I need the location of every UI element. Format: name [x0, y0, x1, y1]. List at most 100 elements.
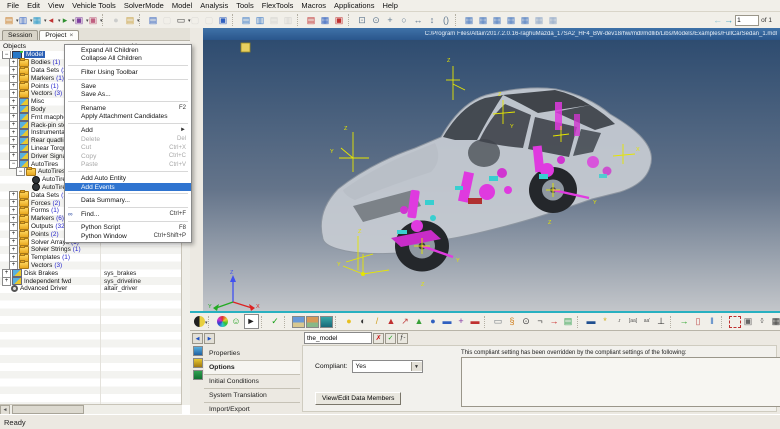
menu-flextools[interactable]: FlexTools: [258, 1, 298, 10]
rotate-view-icon[interactable]: ○: [398, 14, 411, 27]
dropdown-arrow-icon[interactable]: ▼: [411, 362, 422, 371]
sphere-entity-icon[interactable]: ●: [427, 315, 440, 328]
model-merge-icon[interactable]: ▣▾: [73, 14, 86, 27]
expression-aa-icon[interactable]: [aa]: [627, 315, 640, 328]
menu-vehicle-tools[interactable]: Vehicle Tools: [68, 1, 120, 10]
window-layout-7-icon[interactable]: ▦: [547, 14, 560, 27]
panel-entity-icon[interactable]: [193, 358, 203, 368]
tab-project[interactable]: Project×: [39, 30, 79, 40]
expand-panel-button[interactable]: ▶: [204, 333, 215, 344]
context-collapse-all-children[interactable]: Collapse All Children: [65, 55, 191, 64]
next-page-icon[interactable]: →: [724, 15, 733, 25]
select-arrow-icon[interactable]: ►: [244, 314, 259, 329]
model-new-icon[interactable]: ▤▾: [3, 14, 16, 27]
pages-stack-icon[interactable]: ▤: [305, 14, 318, 27]
render-thumb-3-icon[interactable]: [320, 316, 333, 328]
lever-tool-icon[interactable]: ¬: [534, 315, 547, 328]
expression-aa2-icon[interactable]: aa': [641, 315, 654, 328]
menu-macros[interactable]: Macros: [297, 1, 330, 10]
context-expand-all-children[interactable]: Expand All Children: [65, 46, 191, 55]
compliant-override-list[interactable]: [461, 357, 780, 407]
fit-width-icon[interactable]: ↔: [412, 14, 425, 27]
context-apply-attachment-candidates[interactable]: Apply Attachment Candidates: [65, 113, 191, 122]
panel-tab-options[interactable]: Options: [204, 361, 300, 375]
macro-braces-icon[interactable]: {}: [756, 315, 769, 328]
model-recent-icon[interactable]: ▣▾: [87, 14, 100, 27]
smiley-icon[interactable]: ☺: [230, 315, 243, 328]
tree-row-27-vectors[interactable]: +Vectors(3): [0, 262, 182, 270]
page-note-icon[interactable]: [241, 43, 250, 52]
expression-button[interactable]: ƒ-: [397, 333, 408, 344]
plate-red-icon[interactable]: ▬: [469, 315, 482, 328]
output-arrow-icon[interactable]: →: [548, 315, 561, 328]
previous-page-icon[interactable]: ←: [713, 15, 722, 25]
color-wheel-icon[interactable]: [217, 316, 228, 327]
notebook-icon[interactable]: ▤: [147, 14, 160, 27]
page-number-field[interactable]: [735, 15, 759, 26]
collapse-panel-button[interactable]: ◀: [192, 333, 203, 344]
menu-file[interactable]: File: [3, 1, 23, 10]
menu-edit[interactable]: Edit: [23, 1, 44, 10]
model-import-icon[interactable]: ◂▾: [45, 14, 58, 27]
model-open-icon[interactable]: ▥▾: [17, 14, 30, 27]
context-data-summary[interactable]: Data Summary...: [65, 196, 191, 205]
joint-entity-icon[interactable]: +: [455, 315, 468, 328]
entity-name-field[interactable]: [304, 332, 372, 344]
context-add[interactable]: Add►: [65, 126, 191, 135]
window-layout-1-icon[interactable]: ▦: [463, 14, 476, 27]
spreadsheet-icon[interactable]: ▦: [770, 315, 780, 328]
dial-tool-icon[interactable]: ⊙: [520, 315, 533, 328]
panel-tools-icon[interactable]: [193, 370, 203, 380]
plane-entity-icon[interactable]: ▲: [413, 315, 426, 328]
context-python-script[interactable]: Python ScriptF8: [65, 224, 191, 233]
menu-model[interactable]: Model: [168, 1, 196, 10]
context-save[interactable]: Save: [65, 82, 191, 91]
plate-entity-icon[interactable]: ▬: [441, 315, 454, 328]
panel-tab-initial-conditions[interactable]: Initial Conditions: [204, 375, 300, 389]
tree-row-26-templates[interactable]: +Templates(1): [0, 254, 182, 262]
copy-window-icon[interactable]: ▣: [742, 315, 755, 328]
tree-row-30-advanced-driver[interactable]: Advanced Driveraltair_driver: [0, 285, 182, 293]
panel-tab-properties[interactable]: Properties: [204, 347, 300, 361]
menu-view[interactable]: View: [44, 1, 68, 10]
scroll-left-icon[interactable]: ◄: [0, 405, 10, 415]
tree-row-25-solver-strings[interactable]: +Solver Strings(1): [0, 246, 182, 254]
window-layout-2-icon[interactable]: ▦: [477, 14, 490, 27]
window-layout-6-icon[interactable]: ▦: [533, 14, 546, 27]
scrollbar-thumb[interactable]: [12, 405, 84, 414]
tree-row-29-independent-fwd[interactable]: +Independent fwdsys_driveline: [0, 277, 182, 285]
context-save-as[interactable]: Save As...: [65, 90, 191, 99]
fit-all-icon[interactable]: (): [440, 14, 453, 27]
panel-tab-system-translation[interactable]: System Translation: [204, 389, 300, 403]
paste-icon[interactable]: ▥: [254, 14, 267, 27]
context-python-window[interactable]: Python WindowCtrl+Shift+P: [65, 232, 191, 241]
model-save-icon[interactable]: ▦▾: [31, 14, 44, 27]
user-folder-icon[interactable]: ▤▾: [124, 14, 137, 27]
view-edit-data-members-button[interactable]: View/Edit Data Members: [315, 392, 401, 405]
discard-button[interactable]: ✗: [373, 333, 384, 344]
render-thumb-2-icon[interactable]: [306, 316, 319, 328]
body-entity-icon[interactable]: ▲: [385, 315, 398, 328]
context-rename[interactable]: RenameF2: [65, 104, 191, 113]
marker-pen-icon[interactable]: /: [371, 315, 384, 328]
save-all-icon[interactable]: ▦: [319, 14, 332, 27]
menu-solvermode[interactable]: SolverMode: [120, 1, 168, 10]
tree-row-28-disk-brakes[interactable]: +Disk Brakessys_brakes: [0, 269, 182, 277]
menu-help[interactable]: Help: [378, 1, 401, 10]
vector-arrow-icon[interactable]: ↗: [399, 315, 412, 328]
marquee-select-icon[interactable]: ▭▾: [175, 14, 188, 27]
tree-horizontal-scrollbar[interactable]: ◄: [0, 404, 182, 414]
close-window-icon[interactable]: ▣: [333, 14, 346, 27]
pie-entity-icon[interactable]: ◐: [357, 315, 370, 328]
trace-box-icon[interactable]: [729, 316, 741, 328]
context-add-auto-entity[interactable]: Add Auto Entity: [65, 174, 191, 183]
shade-mode-icon[interactable]: ▾: [194, 316, 205, 327]
fit-height-icon[interactable]: ↕: [426, 14, 439, 27]
vehicle-tool-icon[interactable]: ▭: [492, 315, 505, 328]
explode-tool-icon[interactable]: *: [599, 315, 612, 328]
tube-entity-icon[interactable]: ▯: [692, 315, 705, 328]
window-layout-5-icon[interactable]: ▦: [519, 14, 532, 27]
menu-analysis[interactable]: Analysis: [196, 1, 232, 10]
transfer-arrows-icon[interactable]: →: [678, 315, 691, 328]
compliant-dropdown[interactable]: Yes ▼: [352, 360, 423, 373]
